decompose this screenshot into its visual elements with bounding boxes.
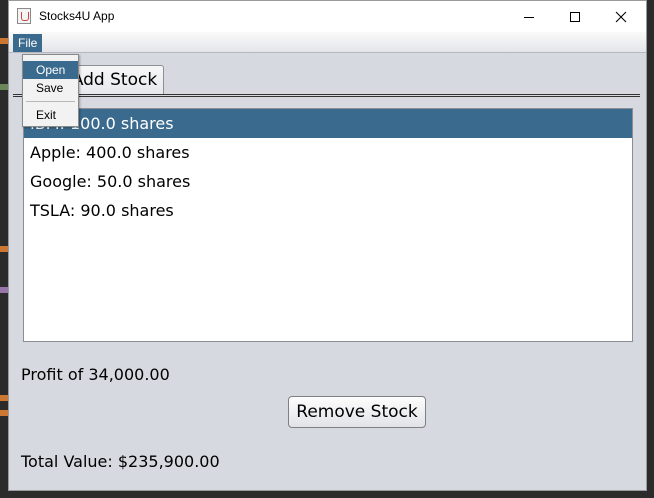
maximize-button[interactable] <box>552 1 598 32</box>
window-title: Stocks4U App <box>39 9 115 23</box>
menu-bar: File <box>9 32 646 53</box>
stock-list[interactable]: IBM: 100.0 shares Apple: 400.0 shares Go… <box>23 108 633 342</box>
background-bottom-strip <box>0 491 654 498</box>
tab-underline <box>13 94 640 97</box>
menu-separator <box>26 101 75 102</box>
minimize-icon <box>524 17 534 18</box>
close-icon <box>615 11 627 22</box>
tab-add-stock[interactable]: Add Stock <box>65 65 164 94</box>
list-item[interactable]: Apple: 400.0 shares <box>24 138 632 167</box>
ide-mark <box>0 38 8 44</box>
java-cup-icon <box>17 8 31 24</box>
ide-mark <box>0 287 8 293</box>
app-window: Stocks4U App File Add Stock IBM: 100.0 s… <box>8 0 647 491</box>
ide-mark <box>0 410 8 416</box>
menu-item-exit[interactable]: Exit <box>23 106 78 124</box>
ide-mark <box>0 395 8 401</box>
list-item[interactable]: IBM: 100.0 shares <box>24 109 632 138</box>
menu-item-open[interactable]: Open <box>23 61 78 79</box>
remove-stock-button[interactable]: Remove Stock <box>288 396 426 428</box>
menu-item-save[interactable]: Save <box>23 79 78 97</box>
file-dropdown-menu: Open Save Exit <box>22 54 79 127</box>
list-item[interactable]: Google: 50.0 shares <box>24 167 632 196</box>
background-right-strip <box>647 0 654 498</box>
menu-file[interactable]: File <box>13 34 43 52</box>
ide-mark <box>0 246 8 252</box>
title-bar[interactable]: Stocks4U App <box>9 1 646 32</box>
list-item[interactable]: TSLA: 90.0 shares <box>24 196 632 225</box>
total-value-label: Total Value: $235,900.00 <box>21 452 220 471</box>
ide-mark <box>0 84 8 90</box>
minimize-button[interactable] <box>506 1 552 32</box>
close-button[interactable] <box>598 1 644 32</box>
profit-label: Profit of 34,000.00 <box>21 365 170 384</box>
maximize-icon <box>570 11 580 22</box>
